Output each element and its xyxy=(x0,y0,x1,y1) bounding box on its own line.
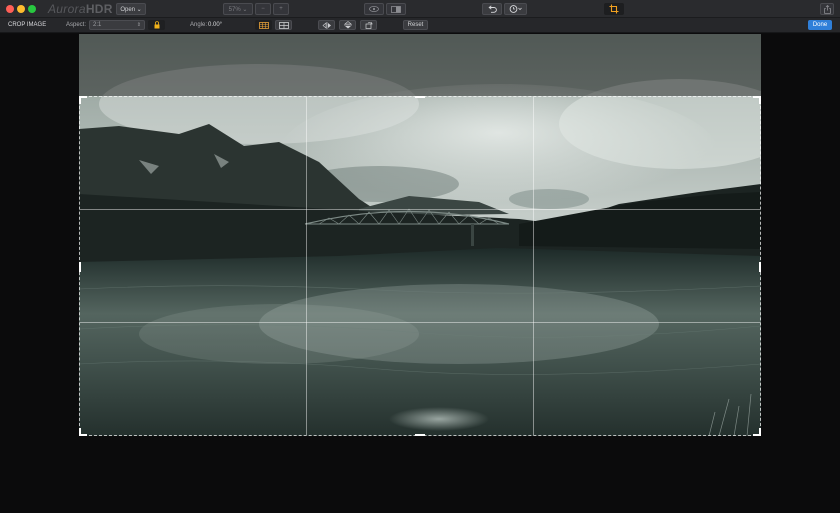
crop-handle-bottom-left[interactable] xyxy=(79,428,87,436)
aspect-lock-button[interactable] xyxy=(148,20,165,30)
rotate-icon xyxy=(365,22,373,29)
crop-handle-top[interactable] xyxy=(415,96,425,98)
open-button[interactable]: Open ⌄ xyxy=(116,3,146,15)
crop-grid-line xyxy=(533,97,534,435)
undo-icon xyxy=(487,5,497,13)
preview-button[interactable] xyxy=(364,3,384,15)
crop-grid-line xyxy=(80,322,760,323)
close-window-button[interactable] xyxy=(6,5,14,13)
zoom-select[interactable]: 57% ⌄ xyxy=(223,3,253,15)
aspect-select[interactable]: 2:1 ⇕ xyxy=(89,20,145,30)
zoom-window-button[interactable] xyxy=(28,5,36,13)
crop-frame[interactable] xyxy=(79,96,761,436)
eye-icon xyxy=(369,6,379,12)
angle-label: Angle: xyxy=(190,22,208,28)
crop-handle-right[interactable] xyxy=(759,262,761,272)
crop-handle-bottom-right[interactable] xyxy=(753,428,761,436)
crop-handle-top-left[interactable] xyxy=(79,96,87,104)
lock-icon xyxy=(154,21,159,29)
crop-grid-line xyxy=(306,97,307,435)
reset-button[interactable]: Reset xyxy=(403,20,428,30)
share-icon xyxy=(823,4,831,14)
crop-toolbar: CROP IMAGE Aspect: 2:1 ⇕ Angle: 0.00° Re… xyxy=(0,18,840,33)
crop-handle-left[interactable] xyxy=(79,262,81,272)
compare-icon xyxy=(391,5,401,13)
crop-icon xyxy=(609,4,619,14)
aspect-label: Aspect: xyxy=(66,22,87,28)
crop-tool-button[interactable] xyxy=(604,3,624,15)
flip-vertical-icon xyxy=(343,21,352,29)
rotate-button[interactable] xyxy=(360,20,377,30)
crop-grid-line xyxy=(80,209,760,210)
grid-icon xyxy=(258,21,269,29)
aspect-value: 2:1 xyxy=(93,22,102,28)
zoom-in-button[interactable]: + xyxy=(273,3,289,15)
zoom-out-button[interactable]: − xyxy=(255,3,271,15)
crop-handle-bottom[interactable] xyxy=(415,434,425,436)
section-title: CROP IMAGE xyxy=(8,22,47,28)
undo-button[interactable] xyxy=(482,3,502,15)
done-button[interactable]: Done xyxy=(808,20,832,30)
stepper-icon: ⇕ xyxy=(136,22,141,28)
thirds-grid-icon xyxy=(278,21,289,29)
title-bar: AuroraHDR Open ⌄ 57% ⌄ − + xyxy=(0,0,840,18)
crop-handle-top-right[interactable] xyxy=(753,96,761,104)
history-icon xyxy=(509,5,522,13)
app-logo: AuroraHDR xyxy=(48,2,113,16)
history-button[interactable] xyxy=(504,3,527,15)
thirds-grid-button[interactable] xyxy=(275,20,292,30)
compare-button[interactable] xyxy=(386,3,406,15)
angle-value[interactable]: 0.00° xyxy=(208,22,222,28)
flip-horizontal-button[interactable] xyxy=(318,20,335,30)
share-button[interactable] xyxy=(820,3,834,15)
grid-overlay-button[interactable] xyxy=(255,20,272,30)
flip-vertical-button[interactable] xyxy=(339,20,356,30)
minimize-window-button[interactable] xyxy=(17,5,25,13)
flip-horizontal-icon xyxy=(322,21,331,29)
